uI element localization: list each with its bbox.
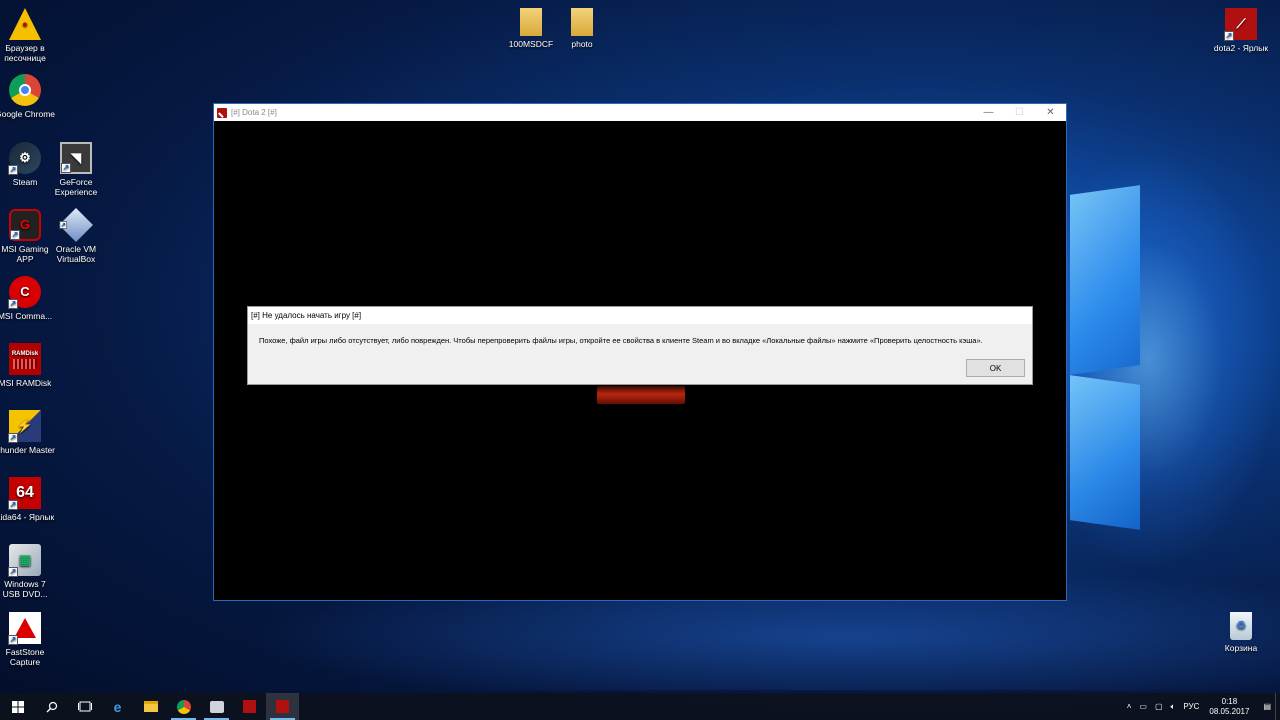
shortcut-arrow-icon: ↗ xyxy=(8,299,18,309)
desktop-icon-label: dota2 - Ярлык xyxy=(1213,43,1269,53)
desktop-icon-label: Браузер в песочнице xyxy=(4,43,46,63)
maximize-button[interactable]: ☐ xyxy=(1004,104,1035,121)
desktop-icon-label: photo xyxy=(571,39,593,49)
volume-icon[interactable]: 🔈︎ xyxy=(1171,702,1176,712)
shortcut-arrow-icon: ↗ xyxy=(61,163,71,173)
close-button[interactable]: ✕ xyxy=(1035,104,1066,121)
aida64-icon: 64 ↗ xyxy=(8,477,41,510)
wallpaper-logo-pane xyxy=(1070,375,1140,530)
app-icon xyxy=(209,700,224,713)
dota2-logo xyxy=(597,386,685,404)
desktop-icon-label: Thunder Master xyxy=(0,445,55,455)
ok-button[interactable]: OK xyxy=(966,359,1025,377)
ramdisk-badge: RAMDisk xyxy=(11,351,39,357)
taskbar-chrome[interactable] xyxy=(167,693,200,720)
file-explorer-icon xyxy=(143,701,158,712)
desktop-icon-label: Windows 7 USB DVD... xyxy=(2,579,48,599)
desktop-icon-virtualbox[interactable]: ↗ Oracle VM VirtualBox xyxy=(46,208,106,264)
desktop-icon-label: Google Chrome xyxy=(0,109,56,119)
folder-icon xyxy=(571,8,593,36)
taskbar-file-explorer[interactable] xyxy=(134,693,167,720)
desktop-icon-label: Корзина xyxy=(1224,643,1258,653)
shortcut-arrow-icon: ↗ xyxy=(8,500,18,510)
clock[interactable]: 0:18 08.05.2017 xyxy=(1209,697,1249,717)
taskbar-dota2-active[interactable] xyxy=(266,693,299,720)
msi-gaming-icon: G ↗ xyxy=(9,209,41,241)
taskbar: e ˄ ▭ ▢ 🔈︎ РУС 0:18 08.05.2017 ▤ xyxy=(0,693,1280,720)
desktop-icon-sandbox-browser[interactable]: ● Браузер в песочнице xyxy=(0,8,55,63)
dota2-icon xyxy=(243,700,256,713)
virtualbox-icon: ↗ xyxy=(59,208,93,242)
shortcut-arrow-icon: ↗ xyxy=(59,221,68,229)
task-view-button[interactable] xyxy=(68,693,101,720)
desktop-icon-geforce[interactable]: ◥ ↗ GeForce Experience xyxy=(46,142,106,197)
recycle-bin-icon: ♻ xyxy=(1230,612,1252,640)
network-icon[interactable]: ▭ xyxy=(1139,702,1147,711)
sandbox-browser-icon: ● xyxy=(9,8,41,40)
desktop-icon-label: Oracle VM VirtualBox xyxy=(55,244,97,264)
desktop-icon-label: MSI Comma... xyxy=(0,311,53,321)
desktop-icon-msi-ramdisk[interactable]: RAMDisk MSI RAMDisk xyxy=(0,343,55,388)
faststone-icon: ↗ xyxy=(8,612,41,645)
desktop-icon-aida64[interactable]: 64 ↗ aida64 - Ярлык xyxy=(0,477,55,522)
desktop-icon-dota2[interactable]: ⟋ ↗ dota2 - Ярлык xyxy=(1211,8,1271,53)
desktop-icon-recycle-bin[interactable]: ♻ Корзина xyxy=(1211,612,1271,653)
desktop-icon-label: aida64 - Ярлык xyxy=(0,512,55,522)
search-button[interactable] xyxy=(35,693,68,720)
start-icon xyxy=(11,700,24,713)
show-desktop-button[interactable] xyxy=(1275,693,1280,720)
chevron-up-icon[interactable]: ˄ xyxy=(1127,702,1132,711)
dota2-icon xyxy=(276,700,289,713)
desktop-icon-msi-command[interactable]: C ↗ MSI Comma... xyxy=(0,276,55,321)
wallpaper-logo-pane xyxy=(1070,185,1140,375)
start-button[interactable] xyxy=(0,693,35,720)
ramdisk-icon: RAMDisk xyxy=(9,343,41,375)
taskbar-app[interactable] xyxy=(200,693,233,720)
window-title: [#] Dota 2 [#] xyxy=(231,108,277,117)
edge-icon: e xyxy=(113,698,122,715)
dialog-title: [#] Не удалось начать игру [#] xyxy=(248,307,1032,324)
clock-time: 0:18 xyxy=(1221,696,1238,706)
shortcut-arrow-icon: ↗ xyxy=(8,635,18,645)
folder-icon xyxy=(520,8,542,36)
clock-date: 08.05.2017 xyxy=(1209,706,1250,716)
desktop-icon-win7-usb[interactable]: ▦ ↗ Windows 7 USB DVD... xyxy=(0,544,55,599)
shortcut-arrow-icon: ↗ xyxy=(1224,31,1234,41)
desktop-icon-label: GeForce Experience xyxy=(54,177,98,197)
msi-command-icon: C ↗ xyxy=(8,276,41,309)
display-icon[interactable]: ▢ xyxy=(1155,702,1163,711)
shortcut-arrow-icon: ↗ xyxy=(8,567,18,577)
taskbar-dota2[interactable] xyxy=(233,693,266,720)
taskbar-edge[interactable]: e xyxy=(101,693,134,720)
chrome-icon xyxy=(176,699,191,714)
language-indicator[interactable]: РУС xyxy=(1183,702,1199,711)
shortcut-arrow-icon: ↗ xyxy=(8,165,18,175)
system-tray: ˄ ▭ ▢ 🔈︎ РУС 0:18 08.05.2017 ▤ xyxy=(1123,693,1280,720)
geforce-icon: ◥ ↗ xyxy=(60,142,92,174)
error-dialog[interactable]: [#] Не удалось начать игру [#] Похоже, ф… xyxy=(247,306,1033,385)
desktop-icon-faststone[interactable]: ↗ FastStone Capture xyxy=(0,612,55,667)
win7-usb-icon: ▦ ↗ xyxy=(8,544,41,577)
shortcut-arrow-icon: ↗ xyxy=(10,230,20,240)
minimize-button[interactable]: — xyxy=(973,104,1004,121)
desktop-icon-label: FastStone Capture xyxy=(5,647,45,667)
search-icon xyxy=(46,701,57,712)
desktop-icon-thunder-master[interactable]: ⚡ ↗ Thunder Master xyxy=(0,410,55,455)
shortcut-arrow-icon: ↗ xyxy=(8,433,18,443)
thunder-master-icon: ⚡ ↗ xyxy=(8,410,41,443)
dialog-message: Похоже, файл игры либо отсутствует, либо… xyxy=(259,336,983,345)
window-titlebar[interactable]: [#] Dota 2 [#] — ☐ ✕ xyxy=(214,104,1066,121)
dota2-icon xyxy=(217,107,227,118)
chrome-icon xyxy=(9,74,41,106)
steam-icon: ⚙ ↗ xyxy=(8,142,41,175)
task-view-icon xyxy=(77,701,92,712)
aida64-badge: 64 xyxy=(16,484,34,501)
desktop-icon-label: MSI RAMDisk xyxy=(0,378,52,388)
desktop-icon-google-chrome[interactable]: Google Chrome xyxy=(0,74,55,119)
dota2-icon: ⟋ ↗ xyxy=(1224,8,1257,41)
desktop-icon-photo[interactable]: photo xyxy=(552,8,612,49)
notifications-icon[interactable]: ▤ xyxy=(1263,702,1271,711)
